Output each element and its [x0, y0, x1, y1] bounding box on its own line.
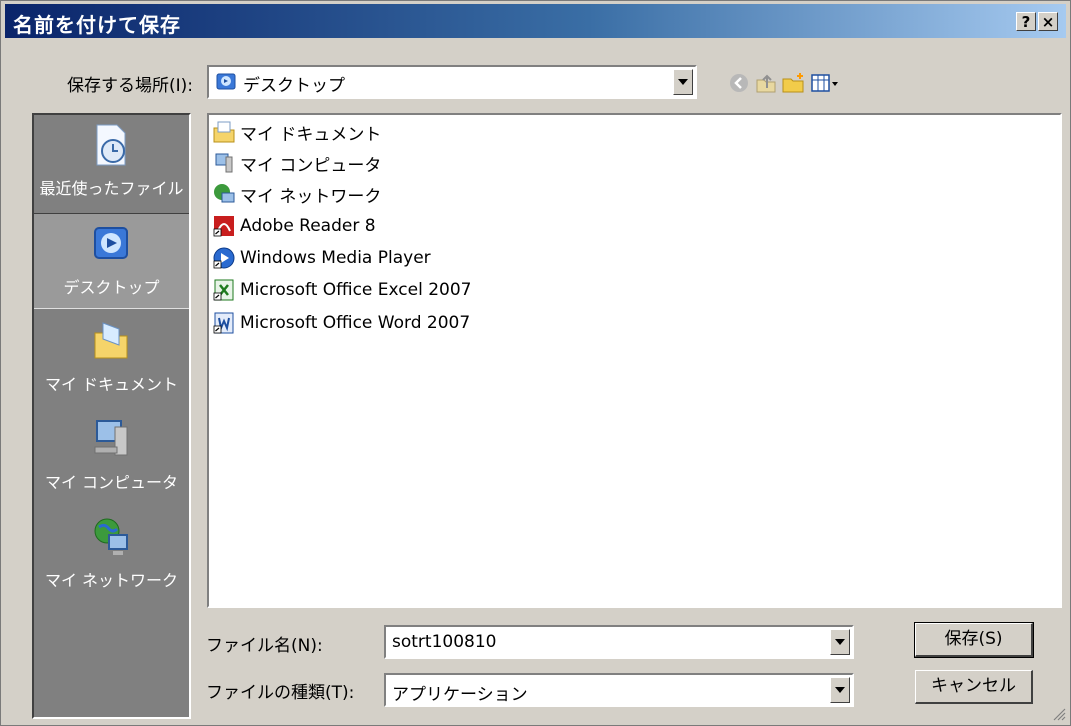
list-item[interactable]: マイ ネットワーク: [212, 179, 381, 209]
file-name: Microsoft Office Word 2007: [240, 313, 471, 333]
file-name: マイ コンピュータ: [240, 155, 382, 176]
place-label-documents: マイ ドキュメント: [44, 375, 179, 394]
save-button[interactable]: 保存(S): [914, 622, 1034, 658]
list-item[interactable]: Adobe Reader 8: [212, 211, 376, 241]
place-recent-files[interactable]: 最近使ったファイル: [34, 115, 189, 211]
chevron-down-icon: [835, 639, 845, 645]
list-item[interactable]: Microsoft Office Excel 2007: [212, 275, 472, 305]
places-bar: 最近使ったファイル デスクトップ マイ ドキュメント マイ コンピュータ マイ …: [32, 113, 191, 719]
my-network-icon: [91, 515, 131, 559]
filename-input[interactable]: [386, 629, 818, 655]
place-desktop[interactable]: デスクトップ: [34, 213, 189, 309]
close-button[interactable]: ×: [1038, 12, 1058, 31]
cancel-button[interactable]: キャンセル: [915, 670, 1033, 704]
filetype-dropdown-button[interactable]: [830, 677, 850, 703]
desktop-icon: [215, 71, 237, 93]
place-my-network[interactable]: マイ ネットワーク: [34, 507, 189, 603]
save-in-value: デスクトップ: [243, 76, 345, 96]
place-label-desktop: デスクトップ: [63, 278, 160, 297]
desktop-icon: [91, 222, 131, 266]
place-label-network: マイ ネットワーク: [44, 571, 179, 590]
save-in-combobox[interactable]: デスクトップ: [207, 65, 697, 99]
file-list[interactable]: マイ ドキュメント マイ コンピュータ マイ ネットワーク Adobe Read…: [207, 113, 1062, 608]
filename-label: ファイル名(N):: [206, 636, 323, 656]
network-icon: [212, 182, 236, 206]
filetype-value: アプリケーション: [392, 685, 528, 705]
media-player-icon: [212, 246, 236, 270]
list-item[interactable]: マイ ドキュメント: [212, 117, 381, 147]
filename-dropdown-button[interactable]: [830, 629, 850, 655]
file-name: Windows Media Player: [240, 248, 431, 268]
place-label-recent: 最近使ったファイル: [39, 179, 184, 198]
recent-files-icon: [91, 123, 131, 167]
chevron-down-icon: [678, 79, 688, 85]
dialog-title: 名前を付けて保存: [13, 13, 181, 37]
documents-folder-icon: [212, 120, 236, 144]
pdf-shortcut-icon: [212, 214, 236, 238]
list-item[interactable]: Microsoft Office Word 2007: [212, 308, 470, 338]
resize-grip-icon[interactable]: [1050, 705, 1066, 721]
help-button[interactable]: ?: [1016, 12, 1036, 31]
filetype-label: ファイルの種類(T):: [206, 683, 355, 703]
file-name: Adobe Reader 8: [240, 216, 376, 236]
list-item[interactable]: Windows Media Player: [212, 243, 431, 273]
computer-icon: [212, 151, 236, 175]
back-icon[interactable]: [726, 70, 752, 96]
file-name: Microsoft Office Excel 2007: [240, 280, 472, 300]
filename-combobox: [384, 625, 854, 659]
list-item[interactable]: マイ コンピュータ: [212, 148, 381, 178]
filetype-select[interactable]: アプリケーション: [384, 673, 854, 707]
my-computer-icon: [91, 417, 131, 461]
place-label-computer: マイ コンピュータ: [44, 473, 179, 492]
title-bar[interactable]: 名前を付けて保存 ? ×: [5, 4, 1066, 38]
word-shortcut-icon: [212, 311, 236, 335]
chevron-down-icon: [835, 687, 845, 693]
file-name: マイ ドキュメント: [240, 124, 382, 145]
up-folder-icon[interactable]: [753, 70, 779, 96]
save-in-label: 保存する場所(I):: [67, 76, 194, 96]
file-name: マイ ネットワーク: [240, 186, 382, 207]
place-my-computer[interactable]: マイ コンピュータ: [34, 409, 189, 505]
my-documents-icon: [91, 319, 131, 363]
save-in-dropdown-button[interactable]: [673, 69, 693, 95]
excel-shortcut-icon: [212, 278, 236, 302]
save-as-dialog: 名前を付けて保存 ? × 保存する場所(I): デスクトップ 最近使ったファイル: [0, 0, 1071, 726]
new-folder-icon[interactable]: [780, 70, 806, 96]
place-my-documents[interactable]: マイ ドキュメント: [34, 311, 189, 407]
views-menu-icon[interactable]: [809, 70, 841, 96]
